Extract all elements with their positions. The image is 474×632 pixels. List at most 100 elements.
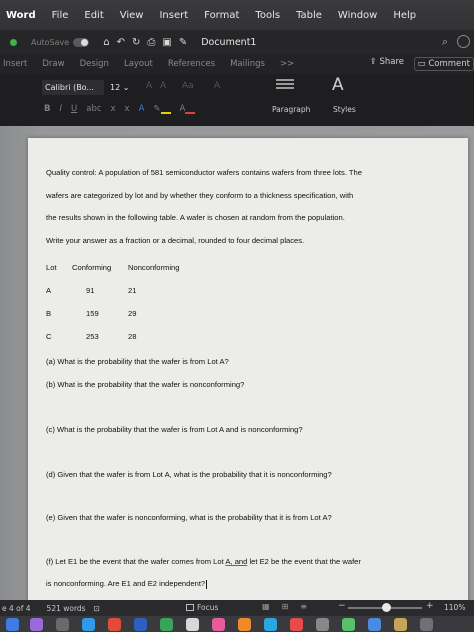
undo-icon[interactable]: ↶ <box>117 37 125 48</box>
document-content[interactable]: Quality control: A population of 581 sem… <box>46 162 451 589</box>
tab-overflow[interactable]: >> <box>280 59 294 69</box>
outline-icon[interactable]: ≡ <box>300 602 307 611</box>
change-case-icon[interactable]: Aa <box>182 81 194 91</box>
document-title: Document1 <box>201 36 257 48</box>
ribbon-home: Calibri (Bo... 12 ⌄ A A Aa A B I U abc x… <box>0 74 474 126</box>
trash-icon[interactable] <box>420 618 433 631</box>
clear-formatting-icon[interactable]: A <box>214 81 220 91</box>
header-conforming: Conforming <box>72 263 112 272</box>
comments-button[interactable]: ▭ Comment <box>413 57 474 71</box>
contacts-icon[interactable] <box>394 618 407 631</box>
highlight-icon[interactable]: ✎ <box>153 104 171 114</box>
tab-design[interactable]: Design <box>80 59 109 69</box>
avatar[interactable] <box>457 35 470 48</box>
music-icon[interactable] <box>290 618 303 631</box>
redo-icon[interactable]: ↻ <box>132 37 140 48</box>
save-icon[interactable]: ▣ <box>162 37 171 48</box>
tab-draw[interactable]: Draw <box>42 59 64 69</box>
chrome-icon[interactable] <box>108 618 121 631</box>
print-layout-icon[interactable]: ▦ <box>262 602 270 611</box>
menu-insert[interactable]: Insert <box>159 10 188 21</box>
font-size-select[interactable]: 12 ⌄ <box>108 80 136 95</box>
styles-icon[interactable]: A <box>332 75 344 95</box>
question-b: (b) What is the probability that the waf… <box>46 380 245 389</box>
autosave-label: AutoSave <box>31 37 70 47</box>
focus-icon <box>186 604 194 611</box>
share-icon: ⇪ <box>369 57 380 67</box>
italic-icon[interactable]: I <box>59 104 62 114</box>
ribbon-tabs: Insert Draw Design Layout References Mai… <box>0 54 474 74</box>
facetime-icon[interactable] <box>342 618 355 631</box>
menu-file[interactable]: File <box>52 10 69 21</box>
question-a: (a) What is the probability that the waf… <box>46 357 229 366</box>
zoom-in-icon[interactable]: + <box>426 601 434 611</box>
question-f-line2-text: is nonconforming. Are E1 and E2 independ… <box>46 579 206 588</box>
text-effects-icon[interactable]: A <box>139 104 145 114</box>
page-count[interactable]: e 4 of 4 <box>2 604 31 613</box>
messages-icon[interactable] <box>160 618 173 631</box>
zoom-slider-thumb[interactable] <box>382 603 391 612</box>
menu-tools[interactable]: Tools <box>255 10 280 21</box>
tab-references[interactable]: References <box>168 59 215 69</box>
photos-icon[interactable] <box>212 618 225 631</box>
word-dock-icon[interactable] <box>134 618 147 631</box>
font-name-select[interactable]: Calibri (Bo... <box>42 80 104 95</box>
strikethrough-icon[interactable]: abc <box>86 104 101 114</box>
status-bar: e 4 of 4 521 words ⊡ Focus ▦ ⊞ ≡ − + 110… <box>0 600 474 616</box>
subscript-icon[interactable]: x <box>111 104 116 114</box>
app-store-icon[interactable] <box>264 618 277 631</box>
styles-label: Styles <box>333 105 356 114</box>
question-e: (e) Given that the wafer is nonconformin… <box>46 513 332 522</box>
word-count[interactable]: 521 words <box>47 604 86 613</box>
search-icon[interactable]: ⌕ <box>442 35 448 49</box>
superscript-icon[interactable]: x <box>125 104 130 114</box>
lot-table: Lot Conforming Nonconforming A 91 21 B 1… <box>46 256 180 348</box>
menu-window[interactable]: Window <box>338 10 377 21</box>
tab-layout[interactable]: Layout <box>124 59 153 69</box>
grow-font-icon[interactable]: A <box>146 81 152 91</box>
document-page[interactable]: Quality control: A population of 581 sem… <box>28 138 468 612</box>
mail-icon[interactable] <box>368 618 381 631</box>
underline-icon[interactable]: U <box>71 104 77 114</box>
print-icon[interactable]: ⎙ <box>147 37 155 48</box>
app-icon[interactable] <box>238 618 251 631</box>
launchpad-icon[interactable] <box>56 618 69 631</box>
home-icon[interactable]: ⌂ <box>103 37 109 48</box>
paragraph-icon[interactable] <box>276 79 294 93</box>
cell-conforming: 91 <box>86 286 95 295</box>
tab-mailings[interactable]: Mailings <box>230 59 265 69</box>
tab-insert[interactable]: Insert <box>3 59 27 69</box>
settings-icon[interactable] <box>316 618 329 631</box>
spelling-flagged-text[interactable]: A, and <box>225 557 247 566</box>
menu-format[interactable]: Format <box>204 10 239 21</box>
share-button[interactable]: ⇪ Share <box>370 57 404 67</box>
menu-view[interactable]: View <box>120 10 144 21</box>
proofing-icon[interactable]: ⊡ <box>94 604 100 613</box>
menu-edit[interactable]: Edit <box>84 10 103 21</box>
shrink-font-icon[interactable]: A <box>160 81 166 91</box>
safari-icon[interactable] <box>82 618 95 631</box>
siri-icon[interactable] <box>30 618 43 631</box>
focus-button[interactable]: Focus <box>186 603 218 612</box>
bold-icon[interactable]: B <box>44 104 50 114</box>
web-layout-icon[interactable]: ⊞ <box>282 602 289 611</box>
intro-line: Quality control: A population of 581 sem… <box>46 168 363 177</box>
dock <box>0 616 474 632</box>
menu-help[interactable]: Help <box>393 10 416 21</box>
menu-table[interactable]: Table <box>296 10 322 21</box>
chevron-down-icon: ⌄ <box>122 83 130 92</box>
header-lot: Lot <box>46 263 57 272</box>
window-control-dot[interactable] <box>10 38 17 46</box>
finder-icon[interactable] <box>6 618 19 631</box>
zoom-out-icon[interactable]: − <box>338 601 346 611</box>
table-row: A 91 21 <box>46 279 180 302</box>
zoom-level[interactable]: 110% <box>444 603 465 612</box>
intro-line: wafers are categorized by lot and by whe… <box>46 190 354 200</box>
intro-line: Write your answer as a fraction or a dec… <box>46 235 305 245</box>
cell-nonconforming: 28 <box>128 332 137 341</box>
edit-icon[interactable]: ✎ <box>179 37 187 48</box>
notes-icon[interactable] <box>186 618 199 631</box>
autosave-toggle[interactable] <box>73 37 90 47</box>
font-color-icon[interactable]: A <box>180 104 196 114</box>
app-menu-word[interactable]: Word <box>6 10 36 21</box>
